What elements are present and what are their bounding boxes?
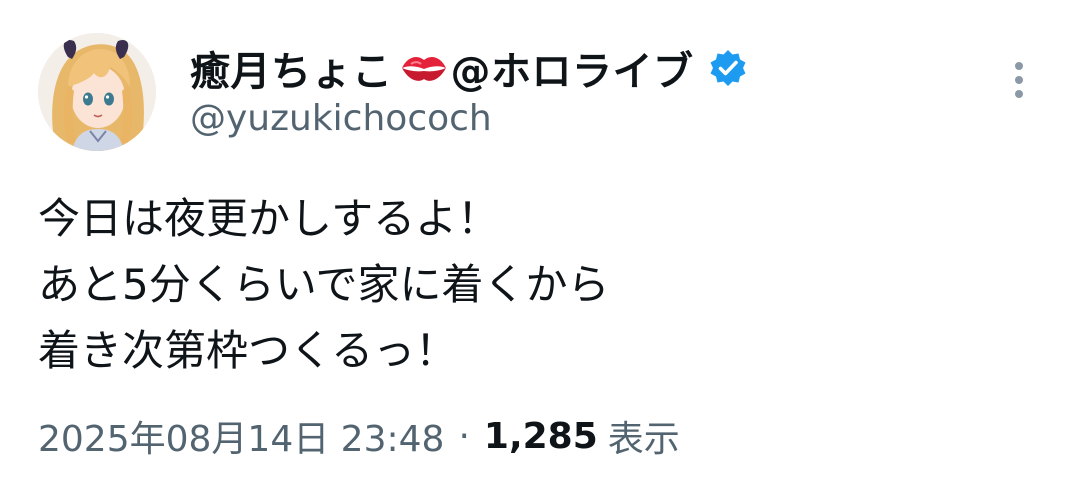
tweet-text-line: 着き次第枠つくるっ！ — [38, 326, 458, 375]
tweet-text: 今日は夜更かしするよ！ あと5分くらいで家に着くから 着き次第枠つくるっ！ — [38, 186, 1038, 384]
tweet-meta: 2025年08月14日 23:48 · 1,285 表示 — [38, 410, 680, 462]
views-label: 表示 — [607, 419, 680, 460]
meta-separator: · — [458, 415, 470, 457]
display-name-suffix[interactable]: @ホロライブ — [451, 39, 694, 97]
avatar-image — [38, 33, 156, 151]
verified-badge-icon — [708, 48, 748, 88]
display-name[interactable]: 癒月ちょこ — [190, 39, 393, 97]
tweet-text-line: 今日は夜更かしするよ！ — [38, 194, 500, 243]
views-count[interactable]: 1,285 — [484, 416, 598, 457]
kiss-mark-icon — [399, 51, 449, 85]
author-name-row[interactable]: 癒月ちょこ @ホロライブ — [190, 38, 748, 98]
more-vertical-icon — [1015, 62, 1023, 98]
tweet-card: 癒月ちょこ @ホロライブ @yuzukichococh 今日は夜更かしするよ！ … — [0, 0, 1080, 482]
avatar[interactable] — [38, 33, 156, 151]
tweet-text-line: あと5分くらいで家に着くから — [38, 260, 610, 309]
more-options-button[interactable] — [1004, 58, 1034, 102]
author-handle[interactable]: @yuzukichococh — [190, 98, 492, 139]
tweet-timestamp[interactable]: 2025年08月14日 23:48 — [38, 410, 444, 462]
